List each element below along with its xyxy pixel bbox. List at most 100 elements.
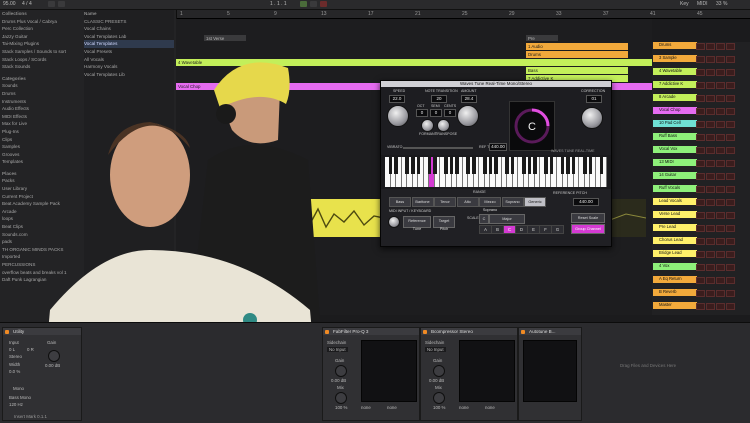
piano-black-key[interactable] [433,157,437,174]
target-pitch-button[interactable]: Target Pitch [433,216,455,231]
piano-black-key[interactable] [466,157,471,174]
track-header[interactable]: B Reverb [652,289,750,297]
track-name[interactable]: Verse Lead [653,211,697,218]
track-volume[interactable] [726,185,735,193]
track-header[interactable]: Pre Lead [652,224,750,232]
track-arm[interactable] [716,198,725,206]
track-header[interactable]: Vocal Vox [652,146,750,154]
track-solo[interactable] [706,172,715,180]
track-header[interactable]: 4 Wavetable [652,68,750,76]
track-volume[interactable] [726,198,735,206]
bass-mono-value[interactable]: 120 Hz [9,402,23,407]
track-solo[interactable] [706,211,715,219]
track-activator[interactable] [696,211,705,219]
piano-black-key[interactable] [488,157,493,174]
track-activator[interactable] [696,276,705,284]
track-header[interactable]: Drums [652,42,750,50]
midi-knob[interactable] [388,216,400,228]
metronome-icon[interactable] [48,1,55,7]
track-arm[interactable] [716,237,725,245]
piano-black-key[interactable] [583,157,587,174]
track-arm[interactable] [716,224,725,232]
track-volume[interactable] [726,302,735,310]
track-name[interactable]: Lead Vocals [653,198,697,205]
browser-file-item[interactable]: Harmony Vocals [84,63,174,71]
track-activator[interactable] [696,185,705,193]
compressor-device[interactable]: Bcompressor Stereo Sidechain No Input Ga… [420,327,518,421]
scale-note-button[interactable]: G [551,225,564,234]
track-header[interactable]: Lead Vocals [652,198,750,206]
piano-black-key[interactable] [560,157,565,174]
waves-tune-plugin[interactable]: Waves Tune Real-Time Mono/Stereo Speed 2… [380,80,612,247]
ref-tune-display[interactable]: 440.00 [489,143,507,151]
piano-black-key[interactable] [566,157,570,174]
key-button[interactable]: Key [680,1,689,7]
track-solo[interactable] [706,302,715,310]
track-name[interactable]: Ruff Vocals [653,185,697,192]
track-arm[interactable] [716,276,725,284]
gain-knob[interactable] [48,350,60,362]
track-name[interactable]: A Eq Return [653,276,697,283]
arrangement-clip[interactable]: 1 Audio [526,43,628,50]
track-name[interactable]: B Reverb [653,289,697,296]
track-arm[interactable] [716,94,725,102]
vibrato-slider[interactable] [403,147,473,149]
track-activator[interactable] [696,302,705,310]
fab-none-left[interactable]: none [361,405,371,410]
key-select[interactable]: C [479,214,489,224]
range-button[interactable]: Generic [524,197,546,207]
track-solo[interactable] [706,133,715,141]
fab-none-right[interactable]: none [387,405,397,410]
piano-black-key[interactable] [599,157,604,174]
track-header[interactable]: Verse Lead [652,211,750,219]
reference-pitch-display[interactable]: 440.00 [573,198,599,206]
piano-black-key[interactable] [449,157,454,174]
track-arm[interactable] [716,263,725,271]
track-header[interactable]: Bridge Lead [652,250,750,258]
piano-black-key[interactable] [510,157,515,174]
compressor-screen[interactable] [459,340,515,402]
amount-display[interactable]: 28.4 [461,95,477,103]
track-name[interactable]: 4 Wavetable [653,68,697,75]
browser-file-item[interactable]: Vocal Chains [84,25,174,33]
arrangement-ruler[interactable]: 1 5 9 13 17 21 25 29 33 37 41 45 [176,10,750,19]
speed-display[interactable]: 22.0 [389,95,405,103]
track-name[interactable]: 14 Guitar [653,172,697,179]
follow-icon[interactable] [58,1,65,7]
piano-black-key[interactable] [388,157,393,174]
track-activator[interactable] [696,289,705,297]
amount-knob[interactable] [457,105,479,127]
browser-file-item[interactable]: Vocal Presets [84,48,174,56]
comp-none-left[interactable]: none [459,405,469,410]
track-arm[interactable] [716,250,725,258]
track-activator[interactable] [696,159,705,167]
collection-item[interactable]: Tai-Mixing Plugins [2,40,82,48]
track-arm[interactable] [716,172,725,180]
note-transition-display[interactable]: 20 [431,95,447,103]
track-arm[interactable] [716,159,725,167]
track-arm[interactable] [716,42,725,50]
track-activator[interactable] [696,68,705,76]
track-name[interactable]: Ruff Bass [653,133,697,140]
comp-gain-knob[interactable] [433,365,445,377]
piano-black-key[interactable] [494,157,498,174]
piano-black-key[interactable] [472,157,476,174]
track-solo[interactable] [706,276,715,284]
track-activator[interactable] [696,263,705,271]
track-solo[interactable] [706,159,715,167]
collection-item[interactable]: Perc Collection [2,25,82,33]
track-header[interactable]: Ruff Vocals [652,185,750,193]
range-button[interactable]: Baritone [411,197,434,207]
collection-item[interactable]: Drums Plus Vocal / Cabrya [2,18,82,26]
mono-button[interactable]: Mono [13,386,24,391]
track-solo[interactable] [706,289,715,297]
autotune-screen[interactable] [523,340,577,402]
record-button[interactable] [320,1,327,7]
track-activator[interactable] [696,55,705,63]
track-activator[interactable] [696,146,705,154]
gain-value[interactable]: 0.00 dB [45,363,60,368]
oct-display[interactable]: 0 [416,109,428,117]
track-arm[interactable] [716,81,725,89]
track-volume[interactable] [726,276,735,284]
category-item[interactable]: Drums [2,90,82,98]
